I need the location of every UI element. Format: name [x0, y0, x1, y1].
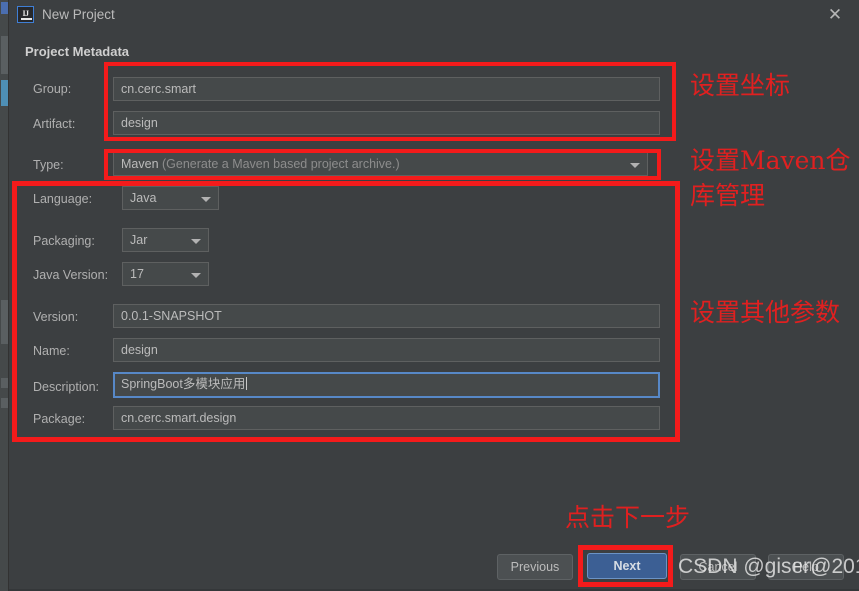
label-group: Group: — [33, 82, 72, 96]
chevron-down-icon — [191, 239, 201, 244]
type-combobox-value: Maven — [121, 157, 159, 171]
background-strip-segment — [1, 36, 8, 74]
label-description: Description: — [33, 380, 99, 394]
next-button[interactable]: Next — [587, 553, 667, 579]
group-input[interactable]: cn.cerc.smart — [113, 77, 660, 101]
intellij-idea-icon-label: IJ — [22, 8, 29, 18]
text-caret — [246, 377, 248, 390]
dialog-title: New Project — [42, 7, 115, 22]
dialog-titlebar: IJ New Project ✕ — [9, 0, 859, 29]
screenshot-root: IJ New Project ✕ Project Metadata Group:… — [0, 0, 859, 591]
intellij-idea-icon: IJ — [17, 6, 34, 23]
description-input-value: SpringBoot多模块应用 — [121, 377, 246, 391]
annotation-text-maven-line2: 库管理 — [690, 181, 766, 210]
label-type: Type: — [33, 158, 64, 172]
packaging-combobox-value: Jar — [130, 233, 148, 247]
language-combobox[interactable]: Java — [122, 186, 219, 210]
cancel-button[interactable]: Cancel — [680, 554, 756, 580]
label-packaging: Packaging: — [33, 234, 95, 248]
label-package: Package: — [33, 412, 86, 426]
package-input[interactable]: cn.cerc.smart.design — [113, 406, 660, 430]
java-version-combobox-value: 17 — [130, 267, 144, 281]
close-icon[interactable]: ✕ — [823, 4, 847, 26]
chevron-down-icon — [630, 163, 640, 168]
background-window-strip — [0, 0, 9, 591]
label-java-version: Java Version: — [33, 268, 109, 282]
background-strip-segment — [1, 80, 8, 106]
previous-button[interactable]: Previous — [497, 554, 573, 580]
chevron-down-icon — [191, 273, 201, 278]
annotation-text-other-params: 设置其他参数 — [690, 298, 841, 327]
label-version: Version: — [33, 310, 79, 324]
help-button[interactable]: Help — [768, 554, 844, 580]
artifact-input[interactable]: design — [113, 111, 660, 135]
description-input[interactable]: SpringBoot多模块应用 — [113, 372, 660, 398]
label-artifact: Artifact: — [33, 117, 76, 131]
label-name: Name: — [33, 344, 70, 358]
background-strip-segment — [1, 300, 8, 344]
background-strip-segment — [1, 378, 8, 388]
intellij-idea-icon-bar — [21, 18, 32, 20]
label-language: Language: — [33, 192, 93, 206]
background-strip-segment — [1, 398, 8, 408]
java-version-combobox[interactable]: 17 — [122, 262, 209, 286]
packaging-combobox[interactable]: Jar — [122, 228, 209, 252]
annotation-text-click-next: 点击下一步 — [565, 503, 691, 532]
name-input[interactable]: design — [113, 338, 660, 362]
type-combobox[interactable]: Maven (Generate a Maven based project ar… — [113, 152, 648, 176]
annotation-text-coordinates: 设置坐标 — [690, 71, 791, 100]
background-strip-accent — [1, 2, 8, 14]
version-input[interactable]: 0.0.1-SNAPSHOT — [113, 304, 660, 328]
language-combobox-value: Java — [130, 191, 157, 205]
chevron-down-icon — [201, 197, 211, 202]
type-combobox-hint: (Generate a Maven based project archive.… — [162, 157, 400, 171]
page-title: Project Metadata — [25, 44, 130, 59]
annotation-text-maven-line1: 设置Maven仓 — [690, 146, 851, 175]
